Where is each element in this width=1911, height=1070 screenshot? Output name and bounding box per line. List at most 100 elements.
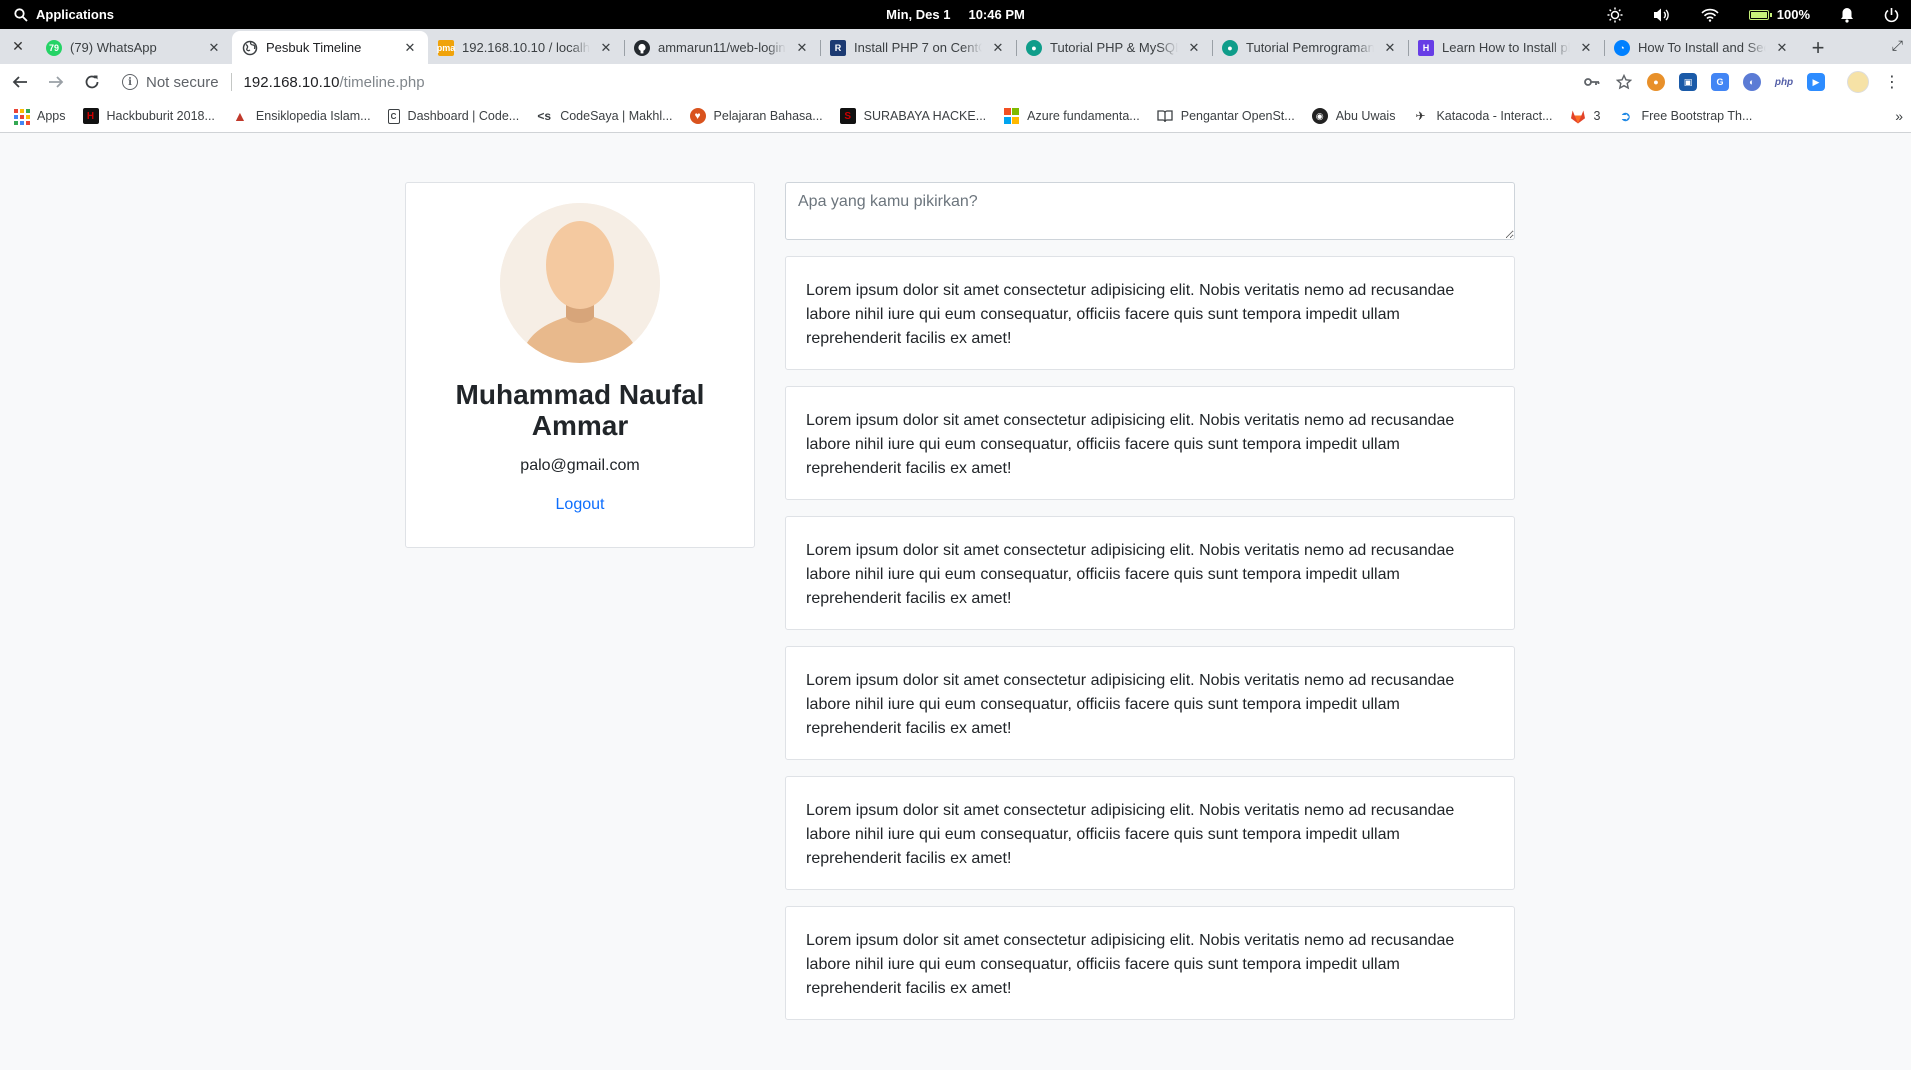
- tab-close-icon[interactable]: ✕: [598, 40, 614, 56]
- os-top-bar: Applications Min, Des 1 10:46 PM 100%: [0, 0, 1911, 29]
- apps-grid-icon: [13, 108, 30, 125]
- close-icon[interactable]: ✕: [0, 29, 36, 64]
- tab-how-to-install-secure[interactable]: ◔ How To Install and Secure ✕: [1604, 31, 1800, 64]
- bookmark-abu-uwais[interactable]: ◉ Abu Uwais: [1311, 108, 1396, 124]
- tab-pesbuk-timeline[interactable]: Pesbuk Timeline ✕: [232, 31, 428, 64]
- phpmyadmin-icon: pma: [437, 39, 455, 56]
- notification-bell-icon[interactable]: [1840, 7, 1854, 23]
- bookmark-label: Hackbuburit 2018...: [106, 109, 215, 123]
- reload-icon: [85, 75, 99, 89]
- bookmark-codesaya[interactable]: <s CodeSaya | Makhl...: [536, 108, 672, 124]
- tab-close-icon[interactable]: ✕: [1578, 40, 1594, 56]
- tab-title: How To Install and Secure: [1638, 40, 1766, 55]
- tab-search-icon[interactable]: ⤢: [1892, 37, 1903, 54]
- bookmark-label: SURABAYA HACKE...: [863, 109, 987, 123]
- browser-toolbar: i Not secure 192.168.10.10/timeline.php …: [0, 64, 1911, 100]
- bookmark-ensiklopedia[interactable]: ▲ Ensiklopedia Islam...: [232, 108, 371, 124]
- applications-menu[interactable]: Applications: [14, 0, 114, 29]
- logout-link[interactable]: Logout: [406, 496, 754, 514]
- power-icon[interactable]: [1884, 7, 1899, 23]
- post-card: Lorem ipsum dolor sit amet consectetur a…: [785, 256, 1515, 370]
- tab-close-icon[interactable]: ✕: [794, 40, 810, 56]
- ensiklopedia-icon: ▲: [232, 108, 247, 124]
- back-button[interactable]: [4, 66, 36, 98]
- bookmark-label: Abu Uwais: [1335, 109, 1396, 123]
- wifi-icon[interactable]: [1701, 8, 1719, 22]
- kebab-menu-icon[interactable]: ⋮: [1883, 73, 1901, 91]
- tab-tutorial-php-mysql[interactable]: ● Tutorial PHP & MySQL: ... ✕: [1016, 31, 1212, 64]
- tab-learn-install-php[interactable]: H Learn How to Install php ✕: [1408, 31, 1604, 64]
- tampermonkey-extension-icon[interactable]: ▣: [1679, 73, 1697, 91]
- zoom-extension-icon[interactable]: ▶: [1807, 73, 1825, 91]
- cookie-extension-icon[interactable]: ●: [1647, 73, 1665, 91]
- hackbuburit-icon: H: [82, 108, 99, 124]
- tab-tutorial-pemrograman[interactable]: ● Tutorial Pemrograman ... ✕: [1212, 31, 1408, 64]
- petanikode-icon: ●: [1222, 39, 1238, 56]
- katacoda-icon: ✈: [1415, 109, 1426, 123]
- bookmark-surabaya-hacker[interactable]: S SURABAYA HACKE...: [839, 108, 987, 124]
- bookmark-label: Katacoda - Interact...: [1436, 109, 1553, 123]
- tab-close-icon[interactable]: ✕: [206, 40, 222, 56]
- bookmark-pengantar-openstack[interactable]: Pengantar OpenSt...: [1157, 108, 1295, 124]
- address-bar[interactable]: i Not secure 192.168.10.10/timeline.php: [122, 67, 1583, 97]
- bookmark-pelajaran-bahasa[interactable]: ♥ Pelajaran Bahasa...: [689, 108, 823, 124]
- not-secure-label[interactable]: Not secure: [146, 74, 219, 91]
- tab-close-icon[interactable]: ✕: [1774, 40, 1790, 56]
- avatar: [500, 203, 660, 363]
- key-icon[interactable]: [1583, 73, 1601, 91]
- tab-title: (79) WhatsApp: [70, 40, 157, 55]
- forward-button[interactable]: [40, 66, 72, 98]
- bookmark-free-bootstrap[interactable]: ➲ Free Bootstrap Th...: [1617, 107, 1753, 124]
- url-path: /timeline.php: [339, 73, 425, 91]
- chevron-more-icon[interactable]: »: [1895, 108, 1903, 124]
- bookmark-gitlab[interactable]: 3: [1570, 108, 1601, 124]
- bookmark-label: Apps: [37, 109, 66, 123]
- bookmark-label: Azure fundamenta...: [1027, 109, 1140, 123]
- translate-extension-icon[interactable]: G: [1711, 73, 1729, 91]
- tab-close-icon[interactable]: ✕: [402, 40, 418, 56]
- post-card: Lorem ipsum dolor sit amet consectetur a…: [785, 776, 1515, 890]
- bookmark-hackbuburit[interactable]: H Hackbuburit 2018...: [82, 108, 215, 124]
- tab-whatsapp[interactable]: 79 (79) WhatsApp ✕: [36, 31, 232, 64]
- system-tray: 100%: [1607, 0, 1899, 29]
- status-composer-input[interactable]: [785, 182, 1515, 240]
- bookmark-label: CodeSaya | Makhl...: [560, 109, 673, 123]
- bookmark-apps[interactable]: Apps: [13, 108, 66, 125]
- clock-time: 10:46 PM: [968, 7, 1025, 22]
- info-icon[interactable]: i: [122, 74, 138, 90]
- tab-install-php-centos[interactable]: R Install PHP 7 on CentOS ✕: [820, 31, 1016, 64]
- tab-close-icon[interactable]: ✕: [990, 40, 1006, 56]
- bookmark-star-icon[interactable]: [1615, 73, 1633, 91]
- tab-phpmyadmin[interactable]: pma 192.168.10.10 / localhost ✕: [428, 31, 624, 64]
- tab-close-icon[interactable]: ✕: [1382, 40, 1398, 56]
- battery-status[interactable]: 100%: [1748, 7, 1810, 22]
- bookmark-dashboard-code[interactable]: C Dashboard | Code...: [387, 108, 519, 124]
- tab-title: Install PHP 7 on CentOS: [854, 40, 982, 55]
- dark-mode-extension-icon[interactable]: ◐: [1743, 73, 1761, 91]
- url-host: 192.168.10.10: [243, 73, 340, 91]
- tab-title: Pesbuk Timeline: [266, 40, 362, 55]
- bookmarks-bar: Apps H Hackbuburit 2018... ▲ Ensiklopedi…: [0, 100, 1911, 133]
- clock[interactable]: Min, Des 1 10:46 PM: [886, 0, 1025, 29]
- bookmark-katacoda[interactable]: ✈ Katacoda - Interact...: [1412, 108, 1552, 124]
- default-avatar-icon: [500, 203, 660, 363]
- new-tab-button[interactable]: +: [1800, 31, 1836, 64]
- codesaya-icon: <s: [537, 109, 552, 123]
- book-icon: [1157, 108, 1173, 124]
- brightness-icon[interactable]: [1607, 7, 1623, 23]
- timeline-page: Muhammad Naufal Ammar palo@gmail.com Log…: [0, 134, 1911, 1070]
- reload-button[interactable]: [76, 66, 108, 98]
- tab-close-icon[interactable]: ✕: [1186, 40, 1202, 56]
- arrow-right-icon: [49, 76, 64, 88]
- tab-github[interactable]: ammarun11/web-login ✕: [624, 31, 820, 64]
- post-list: Lorem ipsum dolor sit amet consectetur a…: [785, 256, 1515, 1036]
- bookmark-azure-fundamentals[interactable]: Azure fundamenta...: [1003, 108, 1140, 124]
- bookmark-label: Pelajaran Bahasa...: [713, 109, 823, 123]
- bootstrap-icon: ➲: [1619, 107, 1632, 124]
- profile-avatar-icon[interactable]: [1847, 71, 1869, 93]
- tab-title: Learn How to Install php: [1442, 40, 1570, 55]
- volume-icon[interactable]: [1653, 7, 1671, 23]
- php-extension-icon[interactable]: php: [1775, 73, 1793, 91]
- toolbar-icons: ● ▣ G ◐ php ▶ ⋮: [1583, 71, 1901, 93]
- bookmark-label: 3: [1593, 109, 1601, 123]
